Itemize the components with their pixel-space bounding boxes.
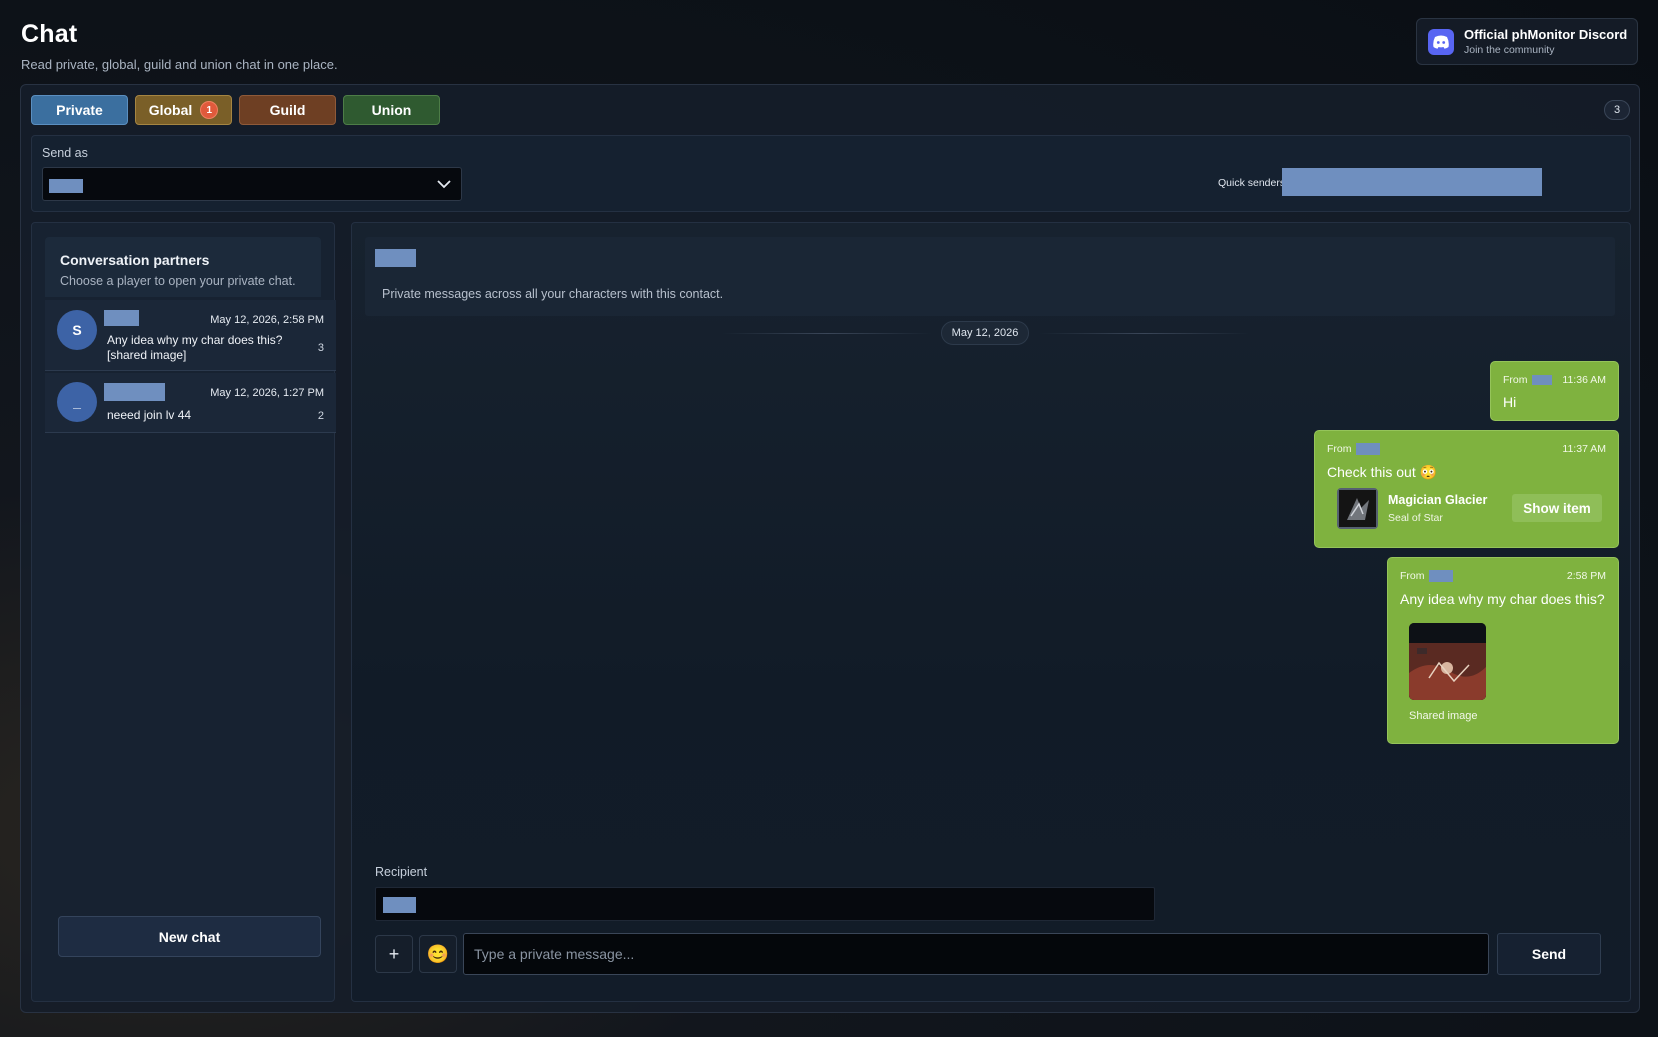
send-button[interactable]: Send	[1497, 933, 1601, 975]
new-chat-button[interactable]: New chat	[58, 916, 321, 957]
message-input[interactable]	[463, 933, 1489, 975]
chat-area: Private messages across all your charact…	[351, 222, 1631, 1002]
page-title: Chat	[21, 20, 78, 48]
tab-label: Guild	[269, 102, 306, 118]
message-bubble: From 2:58 PM Any idea why my char does t…	[1387, 557, 1619, 744]
message-sender: From	[1400, 570, 1453, 582]
tab-label: Global	[148, 102, 193, 118]
conversation-sidebar: Conversation partners Choose a player to…	[31, 222, 336, 1002]
conversation-item[interactable]: _ May 12, 2026, 1:27 PM neeed join lv 44…	[45, 373, 336, 433]
avatar: S	[57, 310, 97, 350]
redacted-contact-name	[375, 249, 416, 267]
emoji-button[interactable]: 😊	[419, 935, 457, 973]
message-time: 11:36 AM	[1562, 374, 1606, 386]
tab-label: Private	[56, 102, 103, 118]
item-card: Magician Glacier Seal of Star Show item	[1337, 488, 1602, 530]
page-subtitle: Read private, global, guild and union ch…	[21, 57, 338, 72]
message-count: 3	[317, 342, 324, 354]
send-as-section: Send as Quick senders	[31, 135, 1631, 212]
message-time: 11:37 AM	[1562, 443, 1606, 455]
conversation-item[interactable]: S May 12, 2026, 2:58 PM Any idea why my …	[45, 300, 336, 371]
discord-link[interactable]: Official phMonitor Discord Join the comm…	[1416, 18, 1638, 65]
from-label: From	[1400, 570, 1425, 582]
send-as-label: Send as	[42, 146, 88, 160]
redacted-sender-name	[49, 179, 83, 193]
item-name: Magician Glacier	[1388, 493, 1488, 507]
chat-header: Private messages across all your charact…	[365, 237, 1615, 316]
message-bubble: From 11:36 AM Hi	[1490, 361, 1619, 421]
avatar: _	[57, 382, 97, 422]
conversation-date: May 12, 2026, 1:27 PM	[210, 387, 324, 399]
from-label: From	[1327, 443, 1352, 455]
redacted-sender	[1428, 570, 1453, 582]
conversation-preview: Any idea why my char does this? [shared …	[107, 333, 283, 362]
tab-global[interactable]: Global 1	[135, 95, 232, 125]
recipient-label: Recipient	[375, 865, 428, 879]
message-text: Hi	[1503, 394, 1517, 410]
tab-private[interactable]: Private	[31, 95, 128, 125]
partners-title: Conversation partners	[60, 252, 210, 268]
tab-guild[interactable]: Guild	[239, 95, 336, 125]
from-label: From	[1503, 374, 1528, 386]
redacted-recipient	[383, 897, 416, 913]
shared-image-caption: Shared image	[1409, 710, 1478, 722]
attach-button[interactable]: +	[375, 935, 413, 973]
item-subtitle: Seal of Star	[1388, 512, 1443, 524]
quick-senders-label: Quick senders	[1218, 177, 1286, 189]
message-text: Any idea why my char does this?	[1400, 591, 1605, 607]
date-divider-line	[1039, 333, 1249, 334]
chat-panel: Private Global 1 Guild Union 3 Send as Qu…	[20, 84, 1640, 1013]
tab-count-badge: 3	[1604, 100, 1630, 120]
redacted-sender	[1531, 375, 1552, 385]
discord-title: Official phMonitor Discord	[1464, 27, 1628, 42]
chevron-down-icon	[437, 180, 451, 189]
date-divider-line	[722, 333, 932, 334]
message-sender: From	[1327, 443, 1380, 455]
partners-subtitle: Choose a player to open your private cha…	[60, 274, 296, 288]
tab-union[interactable]: Union	[343, 95, 440, 125]
chat-description: Private messages across all your charact…	[382, 287, 724, 301]
message-bubble: From 11:37 AM Check this out 😳 Magician …	[1314, 430, 1619, 548]
show-item-button[interactable]: Show item	[1512, 494, 1602, 522]
quick-senders-list[interactable]	[1282, 168, 1542, 196]
page-header: Chat Read private, global, guild and uni…	[21, 20, 338, 72]
date-divider: May 12, 2026	[941, 321, 1029, 345]
message-text: Check this out 😳	[1327, 464, 1438, 480]
message-time: 2:58 PM	[1566, 570, 1606, 582]
send-as-select[interactable]	[42, 167, 462, 201]
message-sender: From	[1503, 374, 1552, 386]
conversation-date: May 12, 2026, 2:58 PM	[210, 314, 324, 326]
message-count: 2	[317, 410, 324, 422]
partners-header: Conversation partners Choose a player to…	[45, 237, 321, 297]
recipient-field[interactable]	[375, 887, 1155, 921]
conversation-preview: neeed join lv 44	[107, 408, 192, 422]
shared-image[interactable]	[1409, 623, 1486, 700]
discord-icon	[1428, 28, 1454, 55]
redacted-sender	[1355, 443, 1380, 455]
unread-badge: 1	[200, 101, 219, 119]
tab-label: Union	[371, 102, 412, 118]
item-thumbnail	[1337, 488, 1378, 529]
discord-subtitle: Join the community	[1464, 44, 1555, 56]
redacted-partner-name	[104, 310, 139, 326]
redacted-partner-name	[104, 383, 165, 401]
